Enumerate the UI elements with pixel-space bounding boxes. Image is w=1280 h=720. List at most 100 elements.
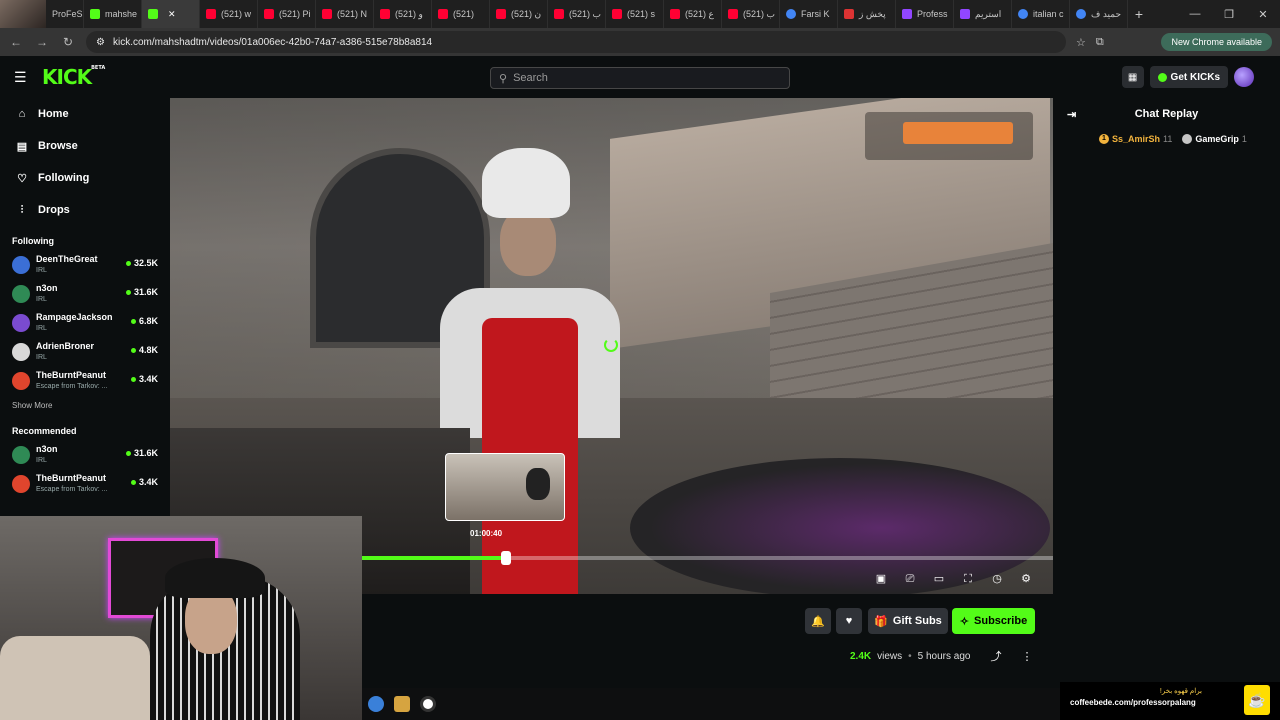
channel-name: n3on	[36, 282, 58, 293]
yt-favicon-icon	[670, 9, 680, 19]
browser-tab[interactable]: ✕	[142, 0, 200, 28]
close-tab-icon[interactable]: ✕	[168, 9, 176, 20]
viewer-count: 32.5K	[126, 258, 158, 268]
channel-category: Escape from Tarkov: ...	[36, 382, 108, 390]
search-icon: ⚲	[499, 72, 508, 85]
telegram-icon[interactable]	[368, 696, 384, 712]
browser-tab[interactable]: (521)	[432, 0, 490, 28]
sidebar-item-browse[interactable]: ▤ Browse	[0, 130, 170, 162]
fullscreen-icon[interactable]: ⛶	[961, 572, 975, 586]
browser-tab[interactable]: (521) ع	[664, 0, 722, 28]
chat-panel: ⇥ Chat Replay 1 Ss_AmirSh 11 GameGrip 1	[1053, 98, 1280, 720]
channel-item[interactable]: AdrienBroner IRL 4.8K	[0, 337, 170, 366]
browser-tab[interactable]: mahshe	[84, 0, 142, 28]
notification-bell-button[interactable]: 🔔	[805, 608, 831, 634]
browser-tab[interactable]: (521) s	[606, 0, 664, 28]
channel-name: AdrienBroner	[36, 340, 95, 351]
share-icon[interactable]: ⤴	[990, 648, 1001, 664]
address-bar[interactable]: ⚙ kick.com/mahshadtm/videos/01a006ec-42b…	[86, 31, 1066, 53]
tab-label: (521) ب	[743, 8, 775, 19]
streamer-webcam	[0, 516, 362, 720]
sidebar-item-home[interactable]: ⌂ Home	[0, 98, 170, 130]
url-text[interactable]: kick.com/mahshadtm/videos/01a006ec-42b0-…	[113, 37, 432, 48]
kick-favicon-icon	[90, 9, 100, 19]
viewer-count: 31.6K	[126, 448, 158, 458]
browser-tab[interactable]: (521) ب	[722, 0, 780, 28]
channel-item[interactable]: TheBurntPeanut Escape from Tarkov: ... 3.4…	[0, 469, 170, 498]
get-kicks-button[interactable]: Get KICKs	[1149, 66, 1228, 88]
channel-item[interactable]: TheBurntPeanut Escape from Tarkov: ... 3.4…	[0, 366, 170, 395]
gift-subs-button[interactable]: 🎁 Gift Subs	[868, 608, 948, 634]
layout-icon[interactable]: ▦	[1121, 66, 1144, 88]
sidebar-item-drops[interactable]: ⫶ Drops	[0, 194, 170, 226]
browser-tab[interactable]: ProFeSS	[46, 0, 84, 28]
browser-tab[interactable]: (521) Pi	[258, 0, 316, 28]
channel-item[interactable]: n3on IRL 31.6K	[0, 279, 170, 308]
browser-tab[interactable]: حمید ف	[1070, 0, 1128, 28]
channel-category: IRL	[36, 353, 47, 361]
reload-icon[interactable]: ↻	[60, 35, 76, 49]
browser-profile-thumbnail[interactable]	[0, 0, 46, 28]
close-window-icon[interactable]: ✕	[1246, 8, 1280, 21]
browser-tab[interactable]: italian c	[1012, 0, 1070, 28]
gifter-1[interactable]: 1 Ss_AmirSh 11	[1099, 134, 1172, 144]
bookmark-star-icon[interactable]: ☆	[1076, 36, 1086, 49]
extensions-icon[interactable]: ⧉	[1096, 36, 1104, 49]
browser-tab[interactable]: Profess	[896, 0, 954, 28]
user-avatar[interactable]	[1234, 67, 1254, 87]
sidebar-item-following[interactable]: ♡ Following	[0, 162, 170, 194]
browser-tab[interactable]: (521) ن	[490, 0, 548, 28]
follow-button[interactable]: ♥	[836, 608, 862, 634]
browser-tab[interactable]: (521) N	[316, 0, 374, 28]
tab-label: استریم	[975, 8, 1002, 19]
channel-item[interactable]: DeenTheGreat IRL 32.5K	[0, 250, 170, 279]
tab-label: (521) ب	[569, 8, 601, 19]
browser-tab[interactable]: (521) ب	[548, 0, 606, 28]
playback-speed-icon[interactable]: ◷	[990, 572, 1004, 586]
miniplayer-icon[interactable]: ▣	[874, 572, 888, 586]
channel-item[interactable]: n3on IRL 31.6K	[0, 440, 170, 469]
g-favicon-icon	[786, 9, 796, 19]
clip-icon[interactable]: ⎚	[903, 572, 917, 586]
show-more-link[interactable]: Show More	[0, 395, 170, 416]
back-icon[interactable]: ←	[8, 35, 24, 49]
progress-handle[interactable]	[501, 551, 512, 565]
maximize-icon[interactable]: ❐	[1212, 8, 1246, 21]
coffee-overlay: برام قهوه بخر! coffeebede.com/professorp…	[1060, 682, 1280, 720]
gifter-2[interactable]: GameGrip 1	[1182, 134, 1247, 144]
yt-favicon-icon	[438, 9, 448, 19]
browser-tab[interactable]: (521) و	[374, 0, 432, 28]
yt-favicon-icon	[264, 9, 274, 19]
browser-tab[interactable]: پخش ز	[838, 0, 896, 28]
browser-tab[interactable]: استریم	[954, 0, 1012, 28]
media-player-icon[interactable]	[420, 696, 436, 712]
seek-preview-time: 01:00:40	[470, 529, 503, 538]
channel-item[interactable]: RampageJackson IRL 6.8K	[0, 308, 170, 337]
forward-icon[interactable]: →	[34, 35, 50, 49]
settings-gear-icon[interactable]: ⚙	[1019, 572, 1033, 586]
menu-icon[interactable]: ☰	[14, 69, 34, 86]
collapse-chat-icon[interactable]: ⇥	[1067, 108, 1076, 121]
kick-logo[interactable]: KICKBETA	[42, 65, 105, 89]
browser-toolbar: ← → ↻ ⚙ kick.com/mahshadtm/videos/01a006…	[0, 28, 1280, 56]
subscribe-button[interactable]: ✧ Subscribe	[952, 608, 1035, 634]
chrome-update-button[interactable]: New Chrome available	[1161, 33, 1272, 51]
coffee-cup-icon: ☕	[1244, 685, 1270, 715]
tab-label: (521) Pi	[279, 9, 311, 19]
site-info-icon[interactable]: ⚙	[96, 37, 105, 48]
theater-mode-icon[interactable]: ▭	[932, 572, 946, 586]
home-icon: ⌂	[18, 108, 26, 120]
coffee-url: coffeebede.com/professorpalang	[1070, 698, 1196, 707]
new-tab-button[interactable]: +	[1128, 6, 1150, 22]
progress-bar[interactable]	[361, 551, 1053, 565]
viewer-count: 3.4K	[131, 374, 158, 384]
app-icon[interactable]	[394, 696, 410, 712]
browser-tab[interactable]: Farsi K	[780, 0, 838, 28]
heart-icon: ♥	[845, 615, 853, 627]
more-options-icon[interactable]: ⋮	[1021, 650, 1032, 663]
kick-top-nav: ☰ KICKBETA ⚲ Search ▦ Get KICKs	[0, 56, 1280, 98]
search-input[interactable]: ⚲ Search	[490, 67, 790, 89]
channel-category: Escape from Tarkov: ...	[36, 485, 108, 493]
browser-tab[interactable]: (521) w	[200, 0, 258, 28]
minimize-icon[interactable]: —	[1178, 8, 1212, 21]
